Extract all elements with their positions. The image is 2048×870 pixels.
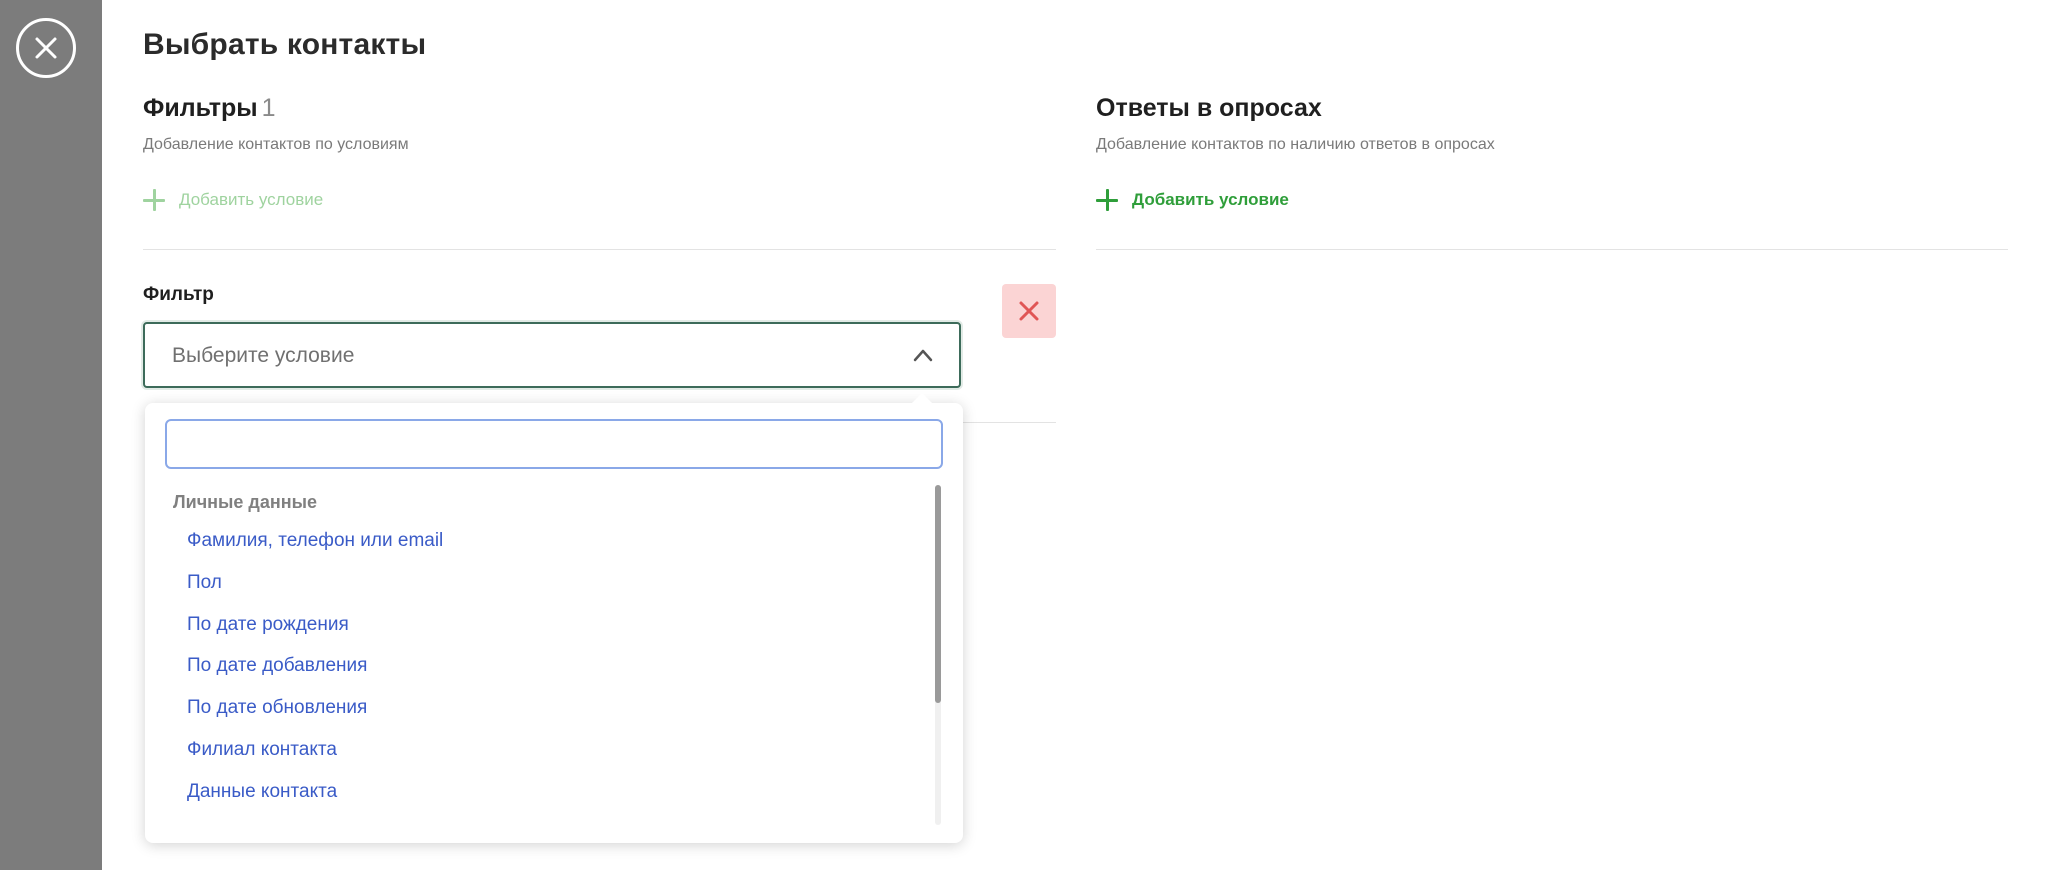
x-icon [1019,301,1039,321]
close-icon[interactable] [16,18,76,78]
dropdown-scrollbar[interactable] [935,485,941,825]
modal-overlay[interactable] [0,0,102,870]
delete-filter-button[interactable] [1002,284,1056,338]
dropdown-option[interactable]: По дате рождения [187,614,443,656]
chevron-up-icon [913,349,933,362]
answers-add-condition-label: Добавить условие [1132,190,1289,209]
filters-section-title: Фильтры 1 [143,94,276,122]
dropdown-option[interactable]: Пол [187,572,443,614]
dropdown-option[interactable]: Филиал контакта [187,739,443,781]
dropdown-option[interactable]: По дате добавления [187,655,443,697]
filters-section-subtitle: Добавление контактов по условиям [143,136,409,153]
answers-section-subtitle: Добавление контактов по наличию ответов … [1096,136,1495,153]
dropdown-search-input[interactable] [165,419,943,469]
dropdown-option[interactable]: Данные контакта [187,781,443,823]
page-title: Выбрать контакты [143,28,427,61]
dropdown-notch [911,393,933,404]
filters-add-condition-button[interactable]: Добавить условие [143,189,323,211]
condition-select-placeholder: Выберите условие [172,344,355,367]
dropdown-options-list: Фамилия, телефон или email Пол По дате р… [187,530,443,823]
dropdown-option[interactable]: По дате обновления [187,697,443,739]
filters-divider [143,249,1056,250]
dropdown-group-label: Личные данные [173,492,317,512]
answers-add-condition-button[interactable]: Добавить условие [1096,189,1289,211]
filter-label: Фильтр [143,284,214,305]
select-contacts-panel: Выбрать контакты Фильтры 1 Добавление кон… [102,0,2048,870]
filters-add-condition-label: Добавить условие [179,190,324,209]
answers-divider [1096,249,2008,250]
condition-select[interactable]: Выберите условие [143,322,961,388]
plus-icon [1096,189,1118,211]
dropdown-option[interactable]: Фамилия, телефон или email [187,530,443,572]
answers-section-title: Ответы в опросах [1096,94,1322,122]
dropdown-scrollbar-thumb[interactable] [935,485,941,703]
filters-count-badge: 1 [261,94,276,122]
condition-dropdown: Личные данные Фамилия, телефон или email… [145,393,963,843]
plus-icon [143,189,165,211]
filter-divider [961,422,1056,423]
